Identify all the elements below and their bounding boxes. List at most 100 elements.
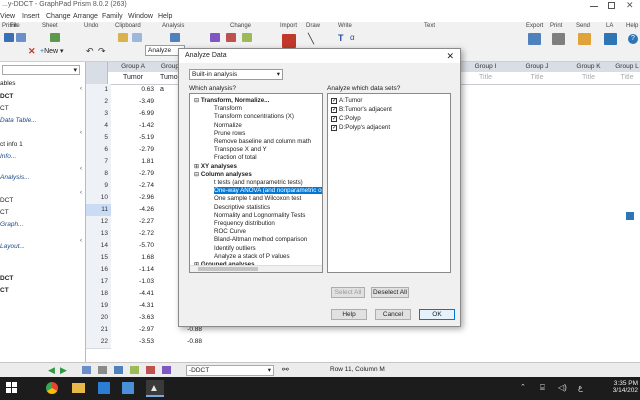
prev-sheet-icon[interactable]: ◀ bbox=[48, 365, 55, 376]
table-cell[interactable]: -3.63 bbox=[108, 312, 154, 324]
start-icon[interactable] bbox=[6, 382, 18, 394]
tree-item[interactable]: Transpose X and Y bbox=[214, 146, 267, 153]
menu-insert[interactable]: Insert bbox=[22, 13, 40, 20]
color-icon[interactable] bbox=[226, 33, 236, 42]
nav-item[interactable]: DCT bbox=[0, 197, 13, 204]
save-icon[interactable] bbox=[16, 33, 26, 42]
table-cell[interactable]: -5.19 bbox=[108, 132, 154, 144]
clock[interactable]: 3:35 PM 3/14/202 bbox=[596, 380, 638, 394]
text-tool-icon[interactable]: T bbox=[338, 33, 344, 43]
sheet-type-icon[interactable] bbox=[114, 366, 123, 374]
column-title-placeholder[interactable]: Title bbox=[460, 72, 512, 85]
help-button[interactable]: Help bbox=[331, 309, 367, 320]
checkbox-checked-icon[interactable]: ✓ bbox=[331, 125, 337, 131]
close-icon[interactable]: ✕ bbox=[626, 0, 634, 11]
scroll-marker-icon[interactable] bbox=[626, 212, 634, 220]
table-cell[interactable]: -2.97 bbox=[108, 324, 154, 336]
tree-item[interactable]: Normality and Lognormality Tests bbox=[214, 212, 305, 219]
volume-icon[interactable]: ◁) bbox=[558, 383, 567, 392]
nav-item[interactable]: CT bbox=[0, 105, 9, 112]
new-button[interactable]: +New ▾ bbox=[40, 47, 64, 55]
table-cell[interactable]: -4.41 bbox=[108, 288, 154, 300]
nav-item[interactable]: ct info 1 bbox=[0, 141, 23, 148]
checkbox-checked-icon[interactable]: ✓ bbox=[331, 98, 337, 104]
link-icon[interactable]: ⚯ bbox=[282, 365, 289, 374]
nav-item[interactable]: Info... bbox=[0, 153, 16, 160]
collapse-chevron-icon[interactable]: ‹ bbox=[80, 86, 82, 92]
tree-item[interactable]: Fraction of total bbox=[214, 154, 257, 161]
axis-icon[interactable] bbox=[242, 33, 252, 42]
collapse-chevron-icon[interactable]: ‹ bbox=[80, 190, 82, 196]
tree-item[interactable]: ROC Curve bbox=[214, 228, 246, 235]
menu-window[interactable]: Window bbox=[128, 13, 153, 20]
tree-item[interactable]: One sample t and Wilcoxon test bbox=[214, 195, 301, 202]
table-cell[interactable]: -2.79 bbox=[108, 144, 154, 156]
table-cell[interactable]: -6.99 bbox=[108, 108, 154, 120]
table-cell[interactable]: -1.03 bbox=[108, 276, 154, 288]
nav-item[interactable]: Graph... bbox=[0, 221, 23, 228]
table-cell[interactable]: -2.74 bbox=[108, 180, 154, 192]
tree-item[interactable]: Analyze a stack of P values bbox=[214, 253, 290, 260]
table-cell[interactable]: -2.27 bbox=[108, 216, 154, 228]
sheet-icon[interactable] bbox=[50, 33, 60, 42]
graph-type-icon[interactable] bbox=[210, 33, 220, 42]
sheet-type-icon[interactable] bbox=[98, 366, 107, 374]
column-title-placeholder[interactable]: Title bbox=[563, 72, 615, 85]
maximize-icon[interactable] bbox=[608, 2, 615, 9]
tree-item[interactable]: Frequency distribution bbox=[214, 220, 275, 227]
checkbox-checked-icon[interactable]: ✓ bbox=[331, 107, 337, 113]
nav-item[interactable]: Data Table... bbox=[0, 117, 37, 124]
select-all-button[interactable]: Select All bbox=[331, 287, 365, 298]
nav-item[interactable]: Layout... bbox=[0, 243, 25, 250]
file-explorer-icon[interactable] bbox=[72, 383, 85, 393]
sheet-type-icon[interactable] bbox=[162, 366, 171, 374]
sheet-selector[interactable]: -DDCT ▾ bbox=[186, 365, 274, 376]
app-icon[interactable] bbox=[122, 382, 134, 394]
draw-icon[interactable]: ╲ bbox=[308, 34, 314, 45]
nav-item[interactable]: CT bbox=[0, 287, 9, 294]
table-cell[interactable]: -2.79 bbox=[108, 168, 154, 180]
symbol-icon[interactable]: α bbox=[350, 33, 355, 42]
word-icon[interactable] bbox=[98, 382, 110, 394]
tree-item[interactable]: Identify outliers bbox=[214, 245, 256, 252]
import-icon[interactable] bbox=[282, 34, 296, 48]
table-cell[interactable]: 1.81 bbox=[108, 156, 154, 168]
scrollbar-thumb[interactable] bbox=[198, 267, 258, 271]
table-corner[interactable] bbox=[86, 62, 108, 84]
next-sheet-icon[interactable]: ▶ bbox=[60, 365, 67, 376]
collapse-icon[interactable]: ⊟ bbox=[194, 97, 201, 104]
nav-item[interactable]: DCT bbox=[0, 93, 13, 100]
collapse-chevron-icon[interactable]: ‹ bbox=[80, 166, 82, 172]
send-icon[interactable] bbox=[578, 33, 591, 45]
col-group-k[interactable]: Group K bbox=[563, 62, 615, 72]
minimize-icon[interactable] bbox=[590, 6, 598, 7]
tree-item[interactable]: Transform concentrations (X) bbox=[214, 113, 294, 120]
redo-icon[interactable]: ↷ bbox=[98, 46, 106, 57]
tree-item[interactable]: Remove baseline and column math bbox=[214, 138, 311, 145]
close-icon[interactable]: ✕ bbox=[446, 49, 454, 63]
sheet-type-icon[interactable] bbox=[130, 366, 139, 374]
table-cell[interactable]: -5.70 bbox=[108, 240, 154, 252]
chart-icon[interactable] bbox=[170, 33, 180, 42]
expand-icon[interactable]: ⊞ bbox=[194, 163, 201, 170]
network-icon[interactable]: ⌸ bbox=[540, 383, 545, 393]
nav-item[interactable]: ables bbox=[0, 80, 16, 87]
help-icon[interactable]: ? bbox=[628, 34, 638, 44]
tree-category[interactable]: ⊟ Column analyses bbox=[194, 171, 252, 178]
ok-button[interactable]: OK bbox=[419, 309, 455, 320]
delete-icon[interactable]: ✕ bbox=[28, 46, 36, 57]
language-icon[interactable]: ع bbox=[578, 383, 583, 392]
table-cell[interactable]: -4.31 bbox=[108, 300, 154, 312]
table-cell[interactable]: -3.53 bbox=[108, 336, 154, 348]
col-group-l[interactable]: Group L bbox=[614, 62, 640, 72]
menu-family[interactable]: Family bbox=[102, 13, 123, 20]
col-group-i[interactable]: Group I bbox=[460, 62, 512, 72]
tree-item[interactable]: Transform bbox=[214, 105, 242, 112]
export-icon[interactable] bbox=[528, 33, 541, 45]
table-cell[interactable]: -2.72 bbox=[108, 228, 154, 240]
sheet-type-icon[interactable] bbox=[146, 366, 155, 374]
horizontal-scrollbar[interactable] bbox=[190, 265, 322, 272]
copy-icon[interactable] bbox=[132, 33, 142, 42]
deselect-all-button[interactable]: Deselect All bbox=[371, 287, 409, 298]
collapse-icon[interactable]: ⊟ bbox=[194, 171, 201, 178]
